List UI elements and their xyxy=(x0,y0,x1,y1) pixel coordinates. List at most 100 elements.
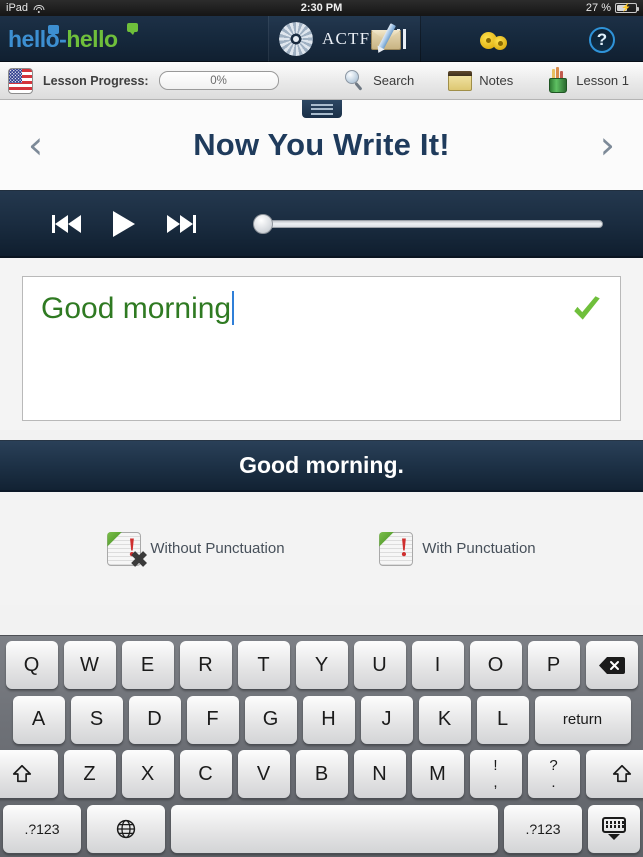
without-punctuation-option[interactable]: ! ✖ Without Punctuation xyxy=(107,531,285,570)
lesson-progress-label: Lesson Progress: xyxy=(43,73,149,88)
key-d[interactable]: D xyxy=(128,695,181,744)
key-a[interactable]: A xyxy=(12,695,65,744)
key-r[interactable]: R xyxy=(179,641,232,689)
logo-dash: - xyxy=(59,25,67,52)
key-t[interactable]: T xyxy=(237,641,290,689)
key-period-label: . xyxy=(551,773,556,791)
key-v[interactable]: V xyxy=(237,750,290,799)
space-key[interactable] xyxy=(171,804,498,853)
shift-key-left[interactable] xyxy=(0,750,58,799)
next-track-button[interactable] xyxy=(167,214,196,233)
key-p[interactable]: P xyxy=(527,641,580,689)
key-exclamation-comma[interactable]: ! , xyxy=(469,750,522,799)
text-caret xyxy=(232,291,235,325)
key-x[interactable]: X xyxy=(121,750,174,799)
lesson-progress-bar: 0% xyxy=(158,71,279,90)
key-q[interactable]: Q xyxy=(5,641,58,689)
green-check-icon xyxy=(570,293,604,327)
numeric-key-left[interactable]: .?123 xyxy=(3,804,81,853)
onscreen-keyboard: Q W E R T Y U I O P A S D F G H J K L re… xyxy=(0,635,643,857)
backspace-icon xyxy=(598,656,625,674)
globe-icon xyxy=(115,818,137,840)
search-label: Search xyxy=(373,73,415,88)
actfl-mandala-icon xyxy=(279,22,313,56)
globe-key[interactable] xyxy=(87,804,165,853)
scrubber-track[interactable] xyxy=(253,213,603,234)
key-exclamation-label: ! xyxy=(493,757,498,775)
key-b[interactable]: B xyxy=(295,750,348,799)
key-e[interactable]: E xyxy=(121,641,174,689)
key-g[interactable]: G xyxy=(244,695,297,744)
shift-icon xyxy=(12,765,31,783)
scrubber-knob[interactable] xyxy=(253,213,273,234)
key-m[interactable]: M xyxy=(411,750,464,799)
card-exclamation-x-icon: ! ✖ xyxy=(107,531,148,570)
notes-button[interactable]: Notes xyxy=(448,70,514,91)
battery-charging-icon: ⚡ xyxy=(615,3,639,13)
shift-icon xyxy=(612,765,631,783)
backspace-key[interactable] xyxy=(585,641,638,689)
toolbar-actions: Search Notes Lesson 1 xyxy=(344,66,629,93)
key-j[interactable]: J xyxy=(360,695,413,744)
answer-input[interactable]: Good morning xyxy=(22,276,621,421)
solution-bar: Good morning. xyxy=(0,440,643,492)
search-button[interactable]: Search xyxy=(344,69,415,92)
key-z[interactable]: Z xyxy=(63,750,116,799)
key-c[interactable]: C xyxy=(179,750,232,799)
magnifier-icon xyxy=(344,69,366,92)
with-punctuation-option[interactable]: ! With Punctuation xyxy=(379,531,536,566)
next-exercise-button[interactable]: › xyxy=(600,126,615,164)
audio-scrubber[interactable] xyxy=(196,213,643,234)
ipad-screen: iPad 2:30 PM 27 % ⚡ hello - hello A C TF L xyxy=(0,0,643,857)
help-question-icon[interactable]: ? xyxy=(585,22,619,56)
pencil-cup-icon xyxy=(547,66,569,93)
drawer-handle-icon[interactable] xyxy=(301,100,342,118)
mail-pencil-icon[interactable] xyxy=(369,22,403,56)
gears-icon[interactable] xyxy=(477,22,511,56)
logo-word-second: hello xyxy=(66,25,118,52)
key-s[interactable]: S xyxy=(70,695,123,744)
exercise-title-band: ‹ Now You Write It! › xyxy=(0,100,643,190)
lesson-progress-value: 0% xyxy=(210,74,227,87)
hide-keyboard-key[interactable] xyxy=(588,804,640,853)
play-button[interactable] xyxy=(113,210,135,237)
us-flag-icon[interactable] xyxy=(8,67,33,94)
key-n[interactable]: N xyxy=(353,750,406,799)
app-logo[interactable]: hello - hello xyxy=(0,22,138,53)
numeric-key-right[interactable]: .?123 xyxy=(504,804,582,853)
help-glyph: ? xyxy=(589,27,615,53)
key-l[interactable]: L xyxy=(476,695,529,744)
keyboard-row-4: .?123 .?123 xyxy=(3,804,640,853)
key-y[interactable]: Y xyxy=(295,641,348,689)
key-question-label: ? xyxy=(549,757,558,775)
key-h[interactable]: H xyxy=(302,695,355,744)
key-w[interactable]: W xyxy=(63,641,116,689)
return-key[interactable]: return xyxy=(534,695,631,744)
lesson-button[interactable]: Lesson 1 xyxy=(547,66,629,93)
audio-player xyxy=(0,190,643,258)
status-clock: 2:30 PM xyxy=(300,2,343,14)
key-k[interactable]: K xyxy=(418,695,471,744)
previous-track-button[interactable] xyxy=(52,214,81,233)
shift-key-right[interactable] xyxy=(585,750,643,799)
lesson-label: Lesson 1 xyxy=(576,73,629,88)
hide-keyboard-icon xyxy=(602,817,626,841)
notes-label: Notes xyxy=(479,73,514,88)
key-question-period[interactable]: ? . xyxy=(527,750,580,799)
key-o[interactable]: O xyxy=(469,641,522,689)
key-comma-label: , xyxy=(493,773,498,791)
keyboard-row-2: A S D F G H J K L return xyxy=(3,695,640,744)
key-i[interactable]: I xyxy=(411,641,464,689)
status-right: 27 % ⚡ xyxy=(586,2,639,14)
card-exclamation-icon: ! xyxy=(379,531,414,566)
notepad-icon xyxy=(448,70,473,91)
typed-answer-text: Good morning xyxy=(41,292,232,325)
lesson-toolbar: Lesson Progress: 0% Search Notes Lesson … xyxy=(0,62,643,100)
player-buttons xyxy=(0,210,196,237)
key-f[interactable]: F xyxy=(186,695,239,744)
ios-status-bar: iPad 2:30 PM 27 % ⚡ xyxy=(0,0,643,16)
prev-exercise-button[interactable]: ‹ xyxy=(28,126,43,164)
speech-bubble-blue-icon xyxy=(48,24,59,37)
without-punctuation-label: Without Punctuation xyxy=(150,540,285,557)
key-u[interactable]: U xyxy=(353,641,406,689)
